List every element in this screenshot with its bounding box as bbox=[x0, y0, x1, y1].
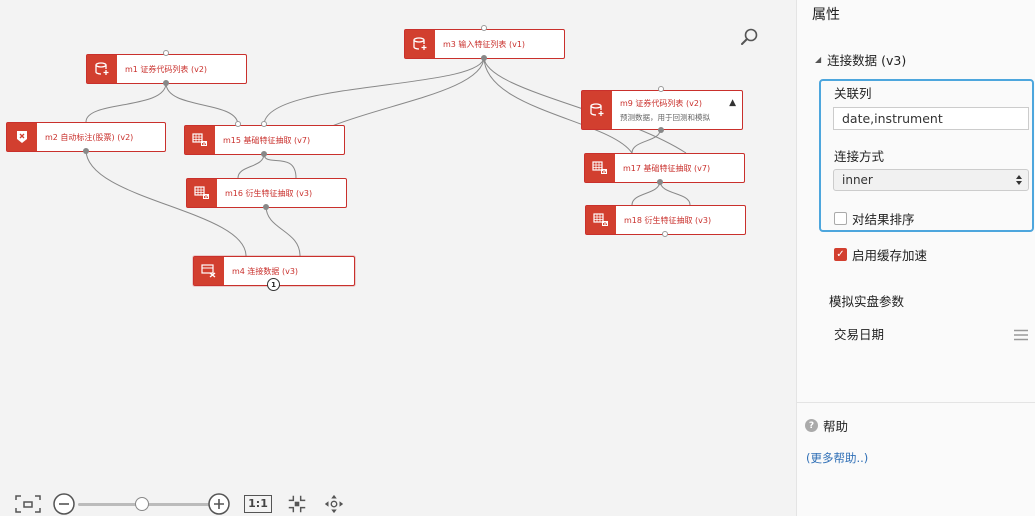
node-label: m3 输入特征列表 (v1) bbox=[443, 39, 526, 49]
canvas-toolbar: 1:1 bbox=[12, 492, 362, 516]
tag-icon bbox=[7, 123, 37, 151]
section-title: 连接数据 (v3) bbox=[827, 53, 907, 68]
node-m17[interactable]: m17 基础特征抽取 (v7) bbox=[584, 153, 745, 183]
sort-label: 对结果排序 bbox=[852, 212, 915, 227]
sort-checkbox[interactable] bbox=[834, 212, 847, 225]
edge-m17-m18b bbox=[659, 180, 691, 206]
move-icon[interactable] bbox=[322, 492, 346, 516]
node-description: 预测数据，用于回测和模拟 bbox=[620, 112, 710, 122]
collapse-triangle-icon: ◢ bbox=[815, 55, 822, 64]
fit-screen-icon[interactable] bbox=[14, 492, 42, 516]
actual-size-label: 1:1 bbox=[244, 495, 272, 513]
cache-option[interactable]: ✓ 启用缓存加速 bbox=[834, 245, 927, 264]
properties-panel: 属性 ◢ 连接数据 (v3) 关联列 连接方式 inner 对结果排序 ✓ 启用… bbox=[796, 0, 1035, 516]
search-icon[interactable] bbox=[738, 26, 760, 48]
collapse-icon[interactable]: ▲ bbox=[729, 98, 736, 108]
output-port[interactable] bbox=[657, 179, 663, 185]
node-label: m15 基础特征抽取 (v7) bbox=[223, 135, 311, 145]
grid-chart-icon bbox=[586, 206, 616, 234]
join-type-select[interactable]: inner bbox=[833, 169, 1029, 191]
output-port[interactable] bbox=[481, 55, 487, 61]
edge-m17-m18a bbox=[631, 180, 661, 206]
output-port[interactable] bbox=[83, 148, 89, 154]
help-title: 帮助 bbox=[823, 419, 849, 434]
join-type-label: 连接方式 bbox=[834, 149, 885, 164]
input-port[interactable] bbox=[163, 50, 169, 56]
actual-size-button[interactable]: 1:1 bbox=[244, 492, 272, 516]
select-arrows-icon bbox=[1016, 175, 1022, 185]
help-header: ? 帮助 bbox=[805, 416, 848, 435]
output-port[interactable] bbox=[163, 80, 169, 86]
focus-icon[interactable] bbox=[285, 492, 309, 516]
trade-date-label: 交易日期 bbox=[834, 327, 885, 342]
input-port[interactable] bbox=[235, 121, 241, 127]
node-label: m18 衍生特征抽取 (v3) bbox=[624, 215, 712, 225]
zoom-out-button[interactable] bbox=[52, 492, 76, 516]
database-add-icon bbox=[87, 55, 117, 83]
edge-m1-m2 bbox=[85, 82, 167, 123]
output-port[interactable] bbox=[263, 204, 269, 210]
join-column-label: 关联列 bbox=[834, 86, 872, 101]
menu-icon[interactable] bbox=[1014, 326, 1028, 341]
edge-m9-m17 bbox=[631, 129, 661, 154]
section-header[interactable]: ◢ 连接数据 (v3) bbox=[815, 50, 906, 69]
edge-m16-m4 bbox=[265, 205, 301, 257]
more-help-link[interactable]: (更多帮助..) bbox=[806, 450, 868, 466]
grid-chart-icon bbox=[187, 179, 217, 207]
edge-m3-m15 bbox=[263, 56, 485, 126]
node-label: m9 证券代码列表 (v2) bbox=[620, 98, 703, 108]
panel-title: 属性 bbox=[812, 7, 840, 23]
workflow-canvas[interactable]: m3 输入特征列表 (v1) m1 证券代码列表 (v2) m9 证券代码列表 … bbox=[0, 0, 796, 516]
output-port[interactable] bbox=[261, 151, 267, 157]
output-port[interactable] bbox=[658, 127, 664, 133]
sim-params-header: 模拟实盘参数 bbox=[829, 294, 905, 309]
node-label: m16 衍生特征抽取 (v3) bbox=[225, 188, 313, 198]
zoom-in-button[interactable] bbox=[207, 492, 231, 516]
zoom-slider-thumb[interactable] bbox=[134, 497, 149, 511]
node-label: m17 基础特征抽取 (v7) bbox=[623, 163, 711, 173]
divider bbox=[797, 402, 1035, 403]
help-icon: ? bbox=[805, 419, 818, 432]
join-column-input[interactable] bbox=[833, 107, 1029, 130]
edge-m15-m16a bbox=[237, 153, 265, 179]
zoom-slider[interactable] bbox=[78, 503, 220, 506]
node-label: m4 连接数据 (v3) bbox=[232, 266, 299, 276]
cache-label: 启用缓存加速 bbox=[852, 248, 928, 263]
grid-chart-icon bbox=[185, 126, 215, 154]
input-port[interactable] bbox=[261, 121, 267, 127]
sort-option[interactable]: 对结果排序 bbox=[834, 209, 915, 228]
database-add-icon bbox=[582, 91, 612, 129]
edge-m15-m16b bbox=[263, 153, 297, 179]
output-count-badge[interactable]: 1 bbox=[267, 278, 280, 291]
output-port[interactable] bbox=[662, 231, 668, 237]
input-port[interactable] bbox=[658, 86, 664, 92]
input-port[interactable] bbox=[481, 25, 487, 31]
database-add-icon bbox=[405, 30, 435, 58]
node-m9[interactable]: m9 证券代码列表 (v2) 预测数据，用于回测和模拟 ▲ bbox=[581, 90, 743, 130]
grid-chart-icon bbox=[585, 154, 615, 182]
join-icon bbox=[194, 257, 224, 285]
node-label: m2 自动标注(股票) (v2) bbox=[45, 132, 134, 142]
cache-checkbox[interactable]: ✓ bbox=[834, 248, 847, 261]
join-type-value: inner bbox=[842, 173, 873, 187]
edge-m1-m15 bbox=[165, 82, 239, 126]
node-label: m1 证券代码列表 (v2) bbox=[125, 64, 208, 74]
